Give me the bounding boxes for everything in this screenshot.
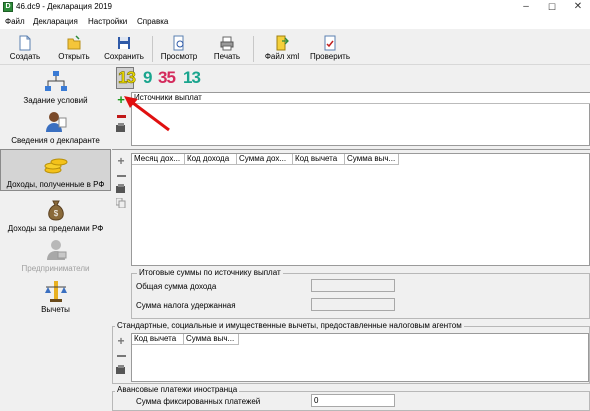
sidebar-label: Задание условий	[23, 96, 88, 105]
xml-file-label: Файл xml	[264, 52, 300, 61]
fixed-payments-input[interactable]: 0	[311, 394, 395, 407]
sidebar-item-declarant[interactable]: Сведения о декларанте	[0, 110, 111, 148]
sidebar-label: Доходы за пределами РФ	[7, 224, 104, 233]
edit-icon[interactable]	[114, 365, 128, 377]
deductions-grid[interactable]: Код вычета Сумма выч...	[131, 333, 589, 382]
red-arrow-annotation	[124, 96, 170, 132]
open-button[interactable]: Открыть	[55, 33, 93, 64]
xml-file-button[interactable]: Файл xml	[260, 33, 304, 64]
entrepreneur-icon	[46, 240, 66, 260]
fixed-payments-label: Сумма фиксированных платежей	[136, 397, 261, 406]
sidebar-label: Доходы, полученные в РФ	[6, 180, 105, 189]
column-header[interactable]: Код вычета	[132, 334, 184, 345]
title-bar: D 46.dc9 - Декларация 2019 – ☐ ✕	[0, 0, 590, 15]
tab-35-percent[interactable]: 35	[158, 68, 176, 88]
new-file-icon	[19, 35, 31, 51]
section-divider	[112, 149, 590, 150]
sidebar-item-deductions[interactable]: Вычеты	[0, 279, 111, 319]
totals-title: Итоговые суммы по источнику выплат	[137, 268, 283, 277]
copy-icon[interactable]	[114, 197, 128, 210]
close-button[interactable]: ✕	[564, 0, 590, 15]
menu-bar: Файл Декларация Настройки Справка	[0, 15, 590, 29]
scales-icon	[44, 281, 67, 302]
income-grid[interactable]: Месяц дох... Код дохода Сумма дох... Код…	[131, 153, 590, 266]
menu-settings[interactable]: Настройки	[88, 17, 127, 26]
sidebar-item-income-rf[interactable]: Доходы, полученные в РФ	[0, 149, 111, 191]
create-button[interactable]: Создать	[6, 33, 44, 64]
sidebar: Задание условий Сведения о декларанте До…	[0, 66, 111, 407]
column-header[interactable]: Сумма выч...	[345, 154, 399, 165]
column-header[interactable]: Сумма дох...	[237, 154, 293, 165]
remove-icon[interactable]	[114, 350, 128, 362]
tab-13-percent[interactable]: 13	[118, 68, 136, 88]
column-header[interactable]: Сумма выч...	[184, 334, 239, 345]
edit-icon[interactable]	[114, 184, 128, 196]
check-label: Проверить	[309, 52, 350, 61]
income-tools: +	[114, 153, 130, 213]
rate-tabs: 13 9 35 13	[116, 67, 226, 89]
menu-declaration[interactable]: Декларация	[33, 17, 78, 26]
menu-file[interactable]: Файл	[5, 17, 25, 26]
sidebar-item-income-abroad[interactable]: $ Доходы за пределами РФ	[0, 198, 111, 236]
xml-file-icon	[276, 35, 289, 51]
check-document-icon	[324, 35, 336, 51]
tab-9-percent[interactable]: 9	[143, 68, 153, 88]
total-tax-field	[311, 298, 395, 311]
preview-label: Просмотр	[160, 52, 198, 61]
sidebar-item-conditions[interactable]: Задание условий	[0, 70, 111, 110]
add-icon[interactable]: +	[114, 155, 128, 167]
sidebar-label: Сведения о декларанте	[11, 136, 100, 145]
create-label: Создать	[9, 52, 41, 61]
printer-icon	[220, 36, 234, 51]
network-icon	[44, 71, 67, 91]
sidebar-label: Предприниматели	[21, 264, 90, 273]
person-icon	[45, 112, 66, 132]
toolbar: Создать Открыть Сохранить Просмотр Печат…	[0, 32, 590, 65]
sources-grid[interactable]: Источники выплат	[131, 92, 590, 146]
advance-title: Авансовые платежи иностранца	[115, 385, 240, 394]
preview-button[interactable]: Просмотр	[158, 33, 200, 64]
total-income-label: Общая сумма дохода	[136, 282, 217, 291]
column-header[interactable]: Месяц дох...	[132, 154, 185, 165]
print-label: Печать	[213, 52, 241, 61]
money-bag-icon: $	[47, 200, 64, 221]
app-icon: D	[3, 2, 13, 12]
coins-icon	[44, 158, 67, 174]
add-icon[interactable]: +	[114, 335, 128, 347]
toolbar-separator	[152, 36, 153, 62]
save-label: Сохранить	[104, 52, 144, 61]
column-header[interactable]: Код дохода	[185, 154, 237, 165]
svg-text:$: $	[53, 209, 58, 218]
floppy-icon	[118, 37, 130, 49]
menu-help[interactable]: Справка	[137, 17, 168, 26]
preview-icon	[173, 35, 184, 51]
minimize-button[interactable]: –	[512, 0, 540, 15]
sidebar-item-entrepreneurs[interactable]: Предприниматели	[0, 238, 111, 276]
tab-13-percent-b[interactable]: 13	[183, 68, 201, 88]
check-button[interactable]: Проверить	[307, 33, 353, 64]
column-header[interactable]: Код вычета	[293, 154, 345, 165]
deductions-tools: +	[114, 334, 130, 380]
deductions-title: Стандартные, социальные и имущественные …	[115, 321, 464, 330]
sources-header: Источники выплат	[132, 93, 590, 104]
save-button[interactable]: Сохранить	[101, 33, 147, 64]
print-button[interactable]: Печать	[208, 33, 246, 64]
open-label: Открыть	[58, 52, 90, 61]
window-title: 46.dc9 - Декларация 2019	[16, 2, 113, 11]
total-tax-label: Сумма налога удержанная	[136, 301, 236, 310]
folder-icon	[67, 35, 81, 50]
toolbar-separator	[253, 36, 254, 62]
sidebar-label: Вычеты	[41, 305, 70, 314]
total-income-field	[311, 279, 395, 292]
maximize-button[interactable]: ☐	[538, 0, 566, 15]
remove-icon[interactable]	[114, 170, 128, 182]
